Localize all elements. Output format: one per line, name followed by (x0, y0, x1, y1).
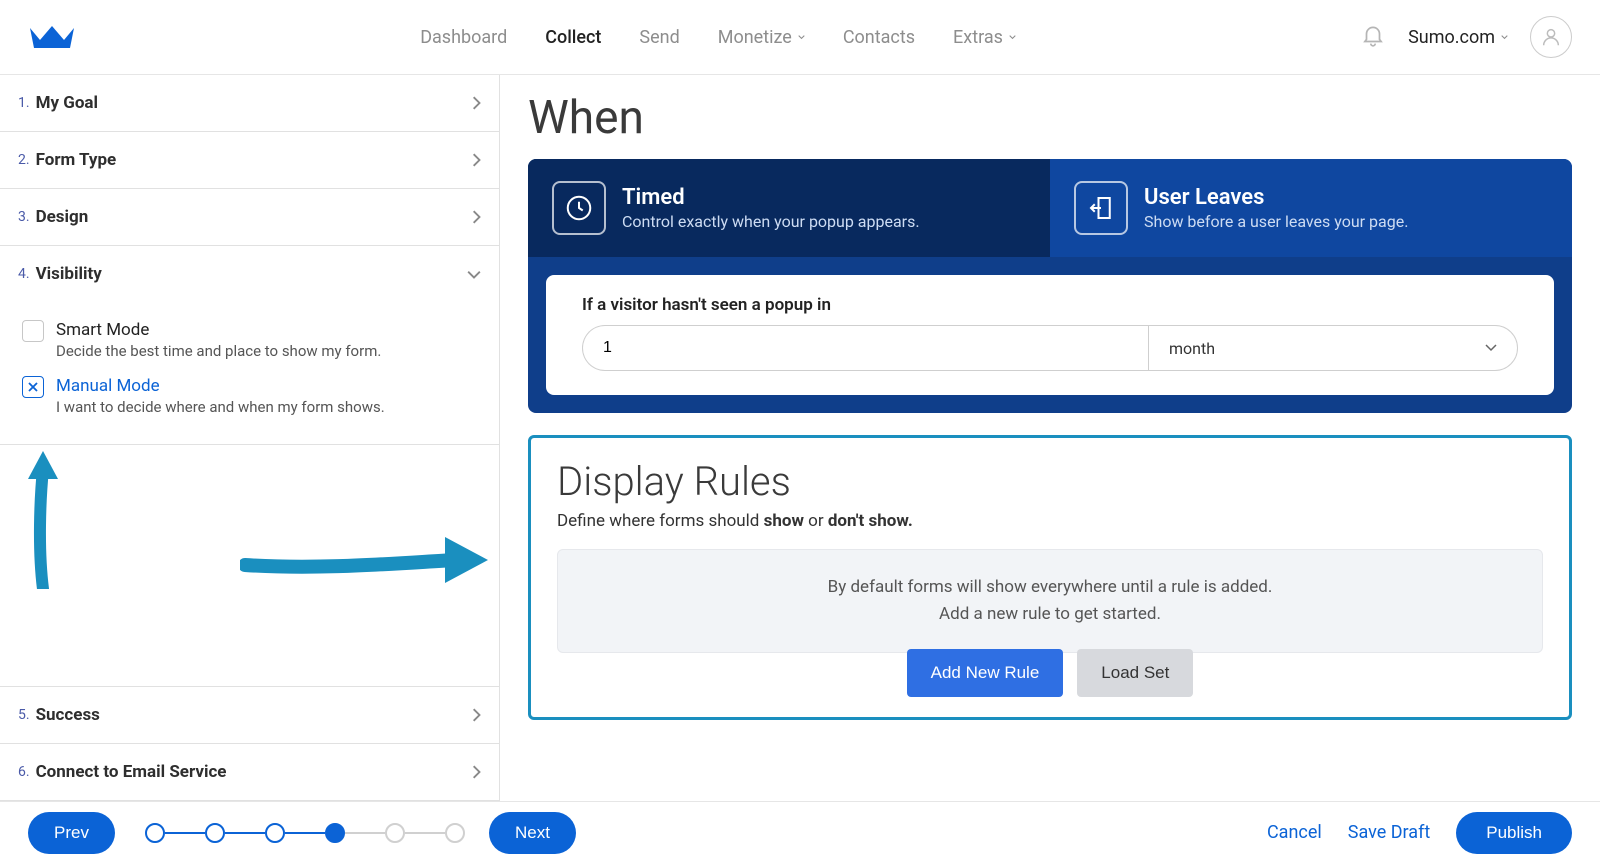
chevron-right-icon (471, 210, 481, 224)
step-dot[interactable] (445, 823, 465, 843)
step-dot[interactable] (385, 823, 405, 843)
step-dot[interactable] (145, 823, 165, 843)
chevron-down-icon (1501, 31, 1508, 43)
progress-stepper (145, 823, 465, 843)
top-nav: Dashboard Collect Send Monetize Contacts… (76, 27, 1360, 48)
chevron-right-icon (471, 153, 481, 167)
x-icon (27, 381, 39, 393)
chevron-down-icon (1485, 344, 1497, 352)
wizard-footer: Prev Next Cancel Save Draft Publish (0, 801, 1600, 863)
workspace-switcher[interactable]: Sumo.com (1408, 27, 1508, 48)
step-visibility[interactable]: 4.Visibility (0, 246, 499, 302)
step-design[interactable]: 3.Design (0, 189, 499, 246)
step-success[interactable]: 5.Success (0, 686, 499, 744)
chevron-right-icon (471, 708, 481, 722)
top-right: Sumo.com (1360, 16, 1572, 58)
avatar[interactable] (1530, 16, 1572, 58)
when-tab-timed[interactable]: Timed Control exactly when your popup ap… (528, 159, 1050, 257)
clock-icon (552, 181, 606, 235)
when-form-label: If a visitor hasn't seen a popup in (582, 295, 1518, 315)
step-dot[interactable] (265, 823, 285, 843)
step-dot-current[interactable] (325, 823, 345, 843)
nav-send[interactable]: Send (639, 27, 679, 48)
cancel-link[interactable]: Cancel (1267, 822, 1322, 843)
frequency-value-input[interactable] (582, 325, 1148, 371)
annotation-arrow-right-icon (240, 525, 490, 595)
when-form: If a visitor hasn't seen a popup in mont… (546, 275, 1554, 395)
checkbox-checked[interactable] (22, 376, 44, 398)
display-rules-title: Display Rules (557, 458, 1543, 505)
mode-manual[interactable]: Manual Mode I want to decide where and w… (22, 376, 477, 416)
bell-icon[interactable] (1360, 22, 1386, 52)
nav-extras[interactable]: Extras (953, 27, 1016, 48)
mode-smart-sub: Decide the best time and place to show m… (56, 342, 381, 360)
load-set-button[interactable]: Load Set (1077, 649, 1193, 697)
annotation-arrow-up-icon (18, 449, 68, 589)
checkbox-unchecked[interactable] (22, 320, 44, 342)
mode-manual-sub: I want to decide where and when my form … (56, 398, 385, 416)
chevron-down-icon (467, 269, 481, 279)
nav-monetize[interactable]: Monetize (718, 27, 805, 48)
chevron-right-icon (471, 96, 481, 110)
next-button[interactable]: Next (489, 812, 576, 854)
prev-button[interactable]: Prev (28, 812, 115, 854)
when-panel: Timed Control exactly when your popup ap… (528, 159, 1572, 413)
when-tab-timed-sub: Control exactly when your popup appears. (622, 212, 920, 231)
exit-door-icon (1074, 181, 1128, 235)
chevron-down-icon (1009, 31, 1016, 43)
user-icon (1540, 26, 1562, 48)
mode-manual-title: Manual Mode (56, 376, 385, 396)
visibility-panel: Smart Mode Decide the best time and plac… (0, 302, 499, 445)
chevron-right-icon (471, 765, 481, 779)
frequency-unit-value: month (1169, 339, 1215, 358)
top-bar: Dashboard Collect Send Monetize Contacts… (0, 0, 1600, 75)
add-new-rule-button[interactable]: Add New Rule (907, 649, 1064, 697)
when-tab-leaves-sub: Show before a user leaves your page. (1144, 212, 1408, 231)
display-rules-subtitle: Define where forms should show or don't … (557, 511, 1543, 531)
when-tab-timed-title: Timed (622, 185, 920, 210)
content-area: When Timed Control exactly when your pop… (500, 75, 1600, 801)
frequency-unit-select[interactable]: month (1148, 325, 1518, 371)
when-heading: When (528, 91, 1572, 145)
step-dot[interactable] (205, 823, 225, 843)
mode-smart-title: Smart Mode (56, 320, 381, 340)
annotation-area (0, 445, 499, 686)
step-my-goal[interactable]: 1.My Goal (0, 75, 499, 132)
display-rules-empty-state: By default forms will show everywhere un… (557, 549, 1543, 653)
wizard-sidebar: 1.My Goal 2.Form Type 3.Design 4.Visibil… (0, 75, 500, 801)
display-rules-panel: Display Rules Define where forms should … (528, 435, 1572, 720)
step-form-type[interactable]: 2.Form Type (0, 132, 499, 189)
logo-crown-icon (28, 22, 76, 52)
step-connect-email[interactable]: 6.Connect to Email Service (0, 744, 499, 801)
workspace-name: Sumo.com (1408, 27, 1495, 48)
nav-contacts[interactable]: Contacts (843, 27, 915, 48)
chevron-down-icon (798, 31, 805, 43)
when-tab-user-leaves[interactable]: User Leaves Show before a user leaves yo… (1050, 159, 1572, 257)
when-tab-leaves-title: User Leaves (1144, 185, 1408, 210)
mode-smart[interactable]: Smart Mode Decide the best time and plac… (22, 320, 477, 360)
nav-dashboard[interactable]: Dashboard (420, 27, 507, 48)
publish-button[interactable]: Publish (1456, 812, 1572, 854)
save-draft-link[interactable]: Save Draft (1348, 822, 1430, 843)
nav-collect[interactable]: Collect (545, 27, 601, 48)
